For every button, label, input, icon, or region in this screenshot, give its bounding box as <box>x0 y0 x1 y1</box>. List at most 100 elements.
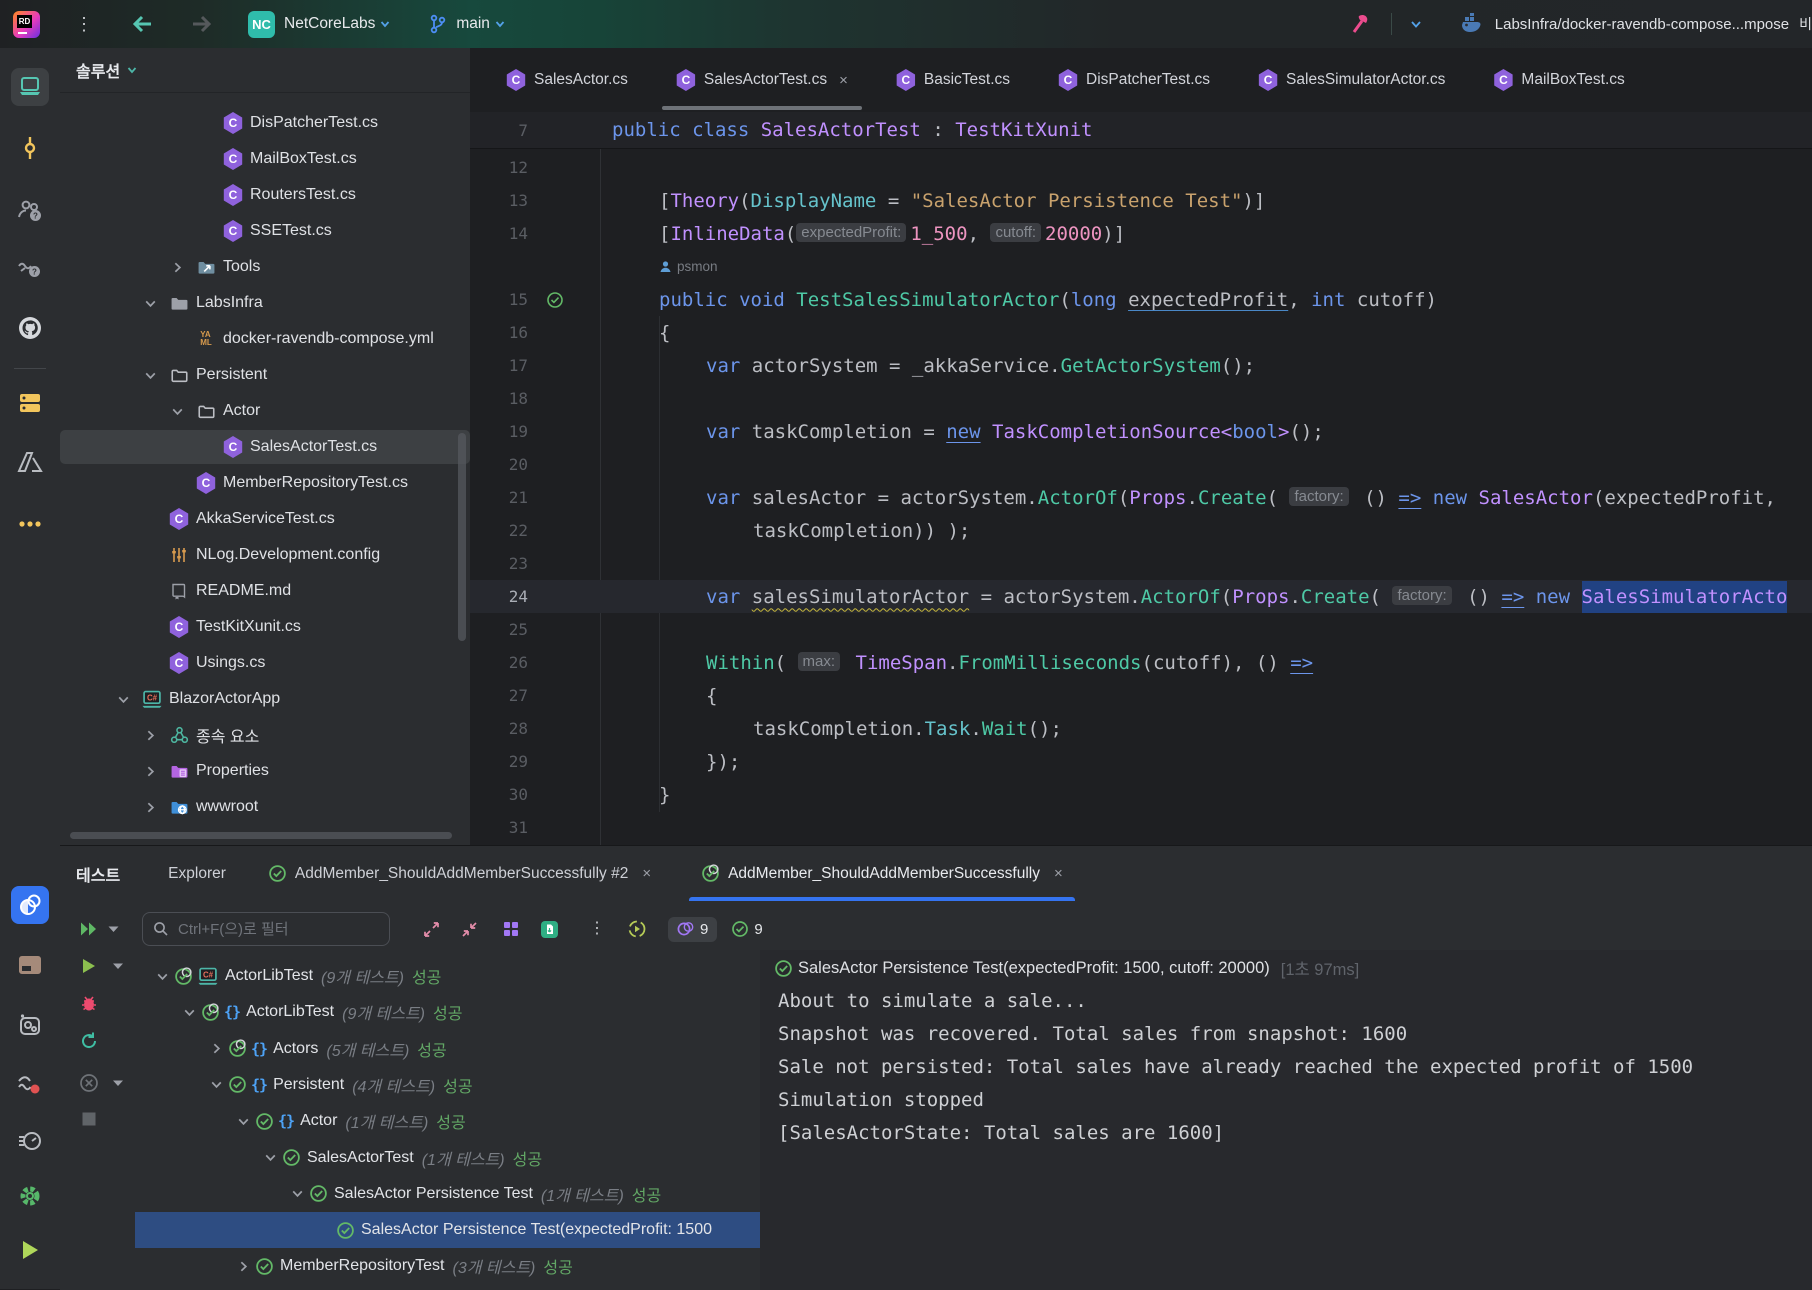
commit-tool-icon[interactable] <box>11 129 49 167</box>
solution-tree-item[interactable]: Actor <box>60 394 470 428</box>
line-number[interactable]: 17 <box>470 356 528 375</box>
code-text[interactable]: { <box>600 685 1812 707</box>
test-tree-row[interactable]: MemberRepositoryTest(3개 테스트)성공 <box>135 1248 760 1284</box>
test-tree-row[interactable]: C#ActorLibTest(9개 테스트)성공 <box>135 958 760 994</box>
editor-tab-salesactortest-cs[interactable]: CSalesActorTest.cs× <box>652 48 872 112</box>
line-number[interactable]: 15 <box>470 290 528 309</box>
code-text[interactable]: }); <box>600 751 1812 773</box>
test-filter-field[interactable] <box>142 912 390 946</box>
solution-tree-item[interactable]: README.md <box>60 574 470 608</box>
close-icon[interactable]: × <box>642 865 651 882</box>
test-tree-row[interactable]: {}ActorLibTest(9개 테스트)성공 <box>135 994 760 1030</box>
run-all-tests-icon[interactable] <box>74 914 104 944</box>
timer-tool-icon[interactable] <box>11 1121 49 1159</box>
solution-tree-item[interactable]: CDisPatcherTest.cs <box>60 106 470 140</box>
back-icon[interactable] <box>128 7 158 41</box>
line-number[interactable]: 22 <box>470 521 528 540</box>
run-config-name[interactable]: LabsInfra/docker-ravendb-compose...mpose <box>1495 16 1789 33</box>
solution-header[interactable]: 솔루션 <box>60 48 470 93</box>
line-number[interactable]: 26 <box>470 653 528 672</box>
line-number[interactable]: 12 <box>470 158 528 177</box>
solution-tree-item[interactable]: CRoutersTest.cs <box>60 178 470 212</box>
contributors-tool-icon[interactable]: ? <box>11 191 49 229</box>
solution-tree-item[interactable]: LabsInfra <box>60 286 470 320</box>
close-icon[interactable]: × <box>839 72 848 89</box>
group-by-icon[interactable] <box>496 914 526 944</box>
code-text[interactable]: var taskCompletion = new TaskCompletionS… <box>600 421 1812 443</box>
test-tree-row[interactable]: {}Persistent(4개 테스트)성공 <box>135 1067 760 1103</box>
solution-tree-item[interactable]: CMemberRepositoryTest.cs <box>60 466 470 500</box>
line-number[interactable]: 13 <box>470 191 528 210</box>
code-text[interactable]: Within( max: TimeSpan.FromMilliseconds(c… <box>600 652 1812 674</box>
chevron-down-icon[interactable] <box>169 403 185 419</box>
repeat-tests-icon[interactable] <box>80 1032 99 1051</box>
close-icon[interactable]: × <box>1054 865 1063 882</box>
code-text[interactable]: [Theory(DisplayName = "SalesActor Persis… <box>600 190 1812 212</box>
code-text[interactable]: var salesSimulatorActor = actorSystem.Ac… <box>600 581 1812 613</box>
export-report-icon[interactable] <box>534 914 564 944</box>
code-text[interactable]: public class SalesActorTest : TestKitXun… <box>600 119 1812 141</box>
test-tree-row[interactable]: {}Actor(1개 테스트)성공 <box>135 1103 760 1139</box>
solution-tree-item[interactable]: NLog.Development.config <box>60 538 470 572</box>
line-number[interactable]: 30 <box>470 785 528 804</box>
rerun-failed-icon[interactable] <box>622 914 652 944</box>
solution-tree-item[interactable]: CUsings.cs <box>60 646 470 680</box>
line-number[interactable]: 25 <box>470 620 528 639</box>
code-text[interactable]: var actorSystem = _akkaService.GetActorS… <box>600 355 1812 377</box>
solution-tree-item[interactable]: wwwroot <box>60 790 470 824</box>
line-number[interactable]: 31 <box>470 818 528 837</box>
run-dropdown-icon[interactable] <box>104 914 122 944</box>
profiler-tool-icon[interactable] <box>11 1006 49 1044</box>
code-text[interactable]: { <box>600 322 1812 344</box>
chevron-right-icon[interactable] <box>209 1041 224 1056</box>
debug-tests-icon[interactable] <box>80 994 98 1012</box>
monitoring-tool-icon[interactable] <box>11 1066 49 1104</box>
stop-dropdown-icon[interactable] <box>113 1079 124 1087</box>
line-number[interactable]: 19 <box>470 422 528 441</box>
solution-tree-item[interactable]: CTestKitXunit.cs <box>60 610 470 644</box>
solution-tree-item[interactable]: Properties <box>60 754 470 788</box>
code-text[interactable]: var salesActor = actorSystem.ActorOf(Pro… <box>600 487 1812 509</box>
editor-tab-mailboxtest-cs[interactable]: CMailBoxTest.cs <box>1469 48 1648 112</box>
run-selected-icon[interactable] <box>81 958 98 975</box>
author-annotation[interactable]: psmon <box>677 259 718 274</box>
solution-tree-item[interactable]: CAkkaServiceTest.cs <box>60 502 470 536</box>
passed-tests-chip[interactable]: 9 <box>731 920 762 938</box>
solution-tree-item[interactable]: 종속 요소 <box>60 718 470 752</box>
line-number[interactable]: 21 <box>470 488 528 507</box>
tab-explorer[interactable]: Explorer <box>156 846 238 901</box>
line-number[interactable]: 28 <box>470 719 528 738</box>
collapse-all-icon[interactable] <box>454 914 484 944</box>
chevron-down-icon[interactable] <box>155 969 170 984</box>
solution-tree-item[interactable]: YAMLdocker-ravendb-compose.yml <box>60 322 470 356</box>
code-text[interactable]: public void TestSalesSimulatorActor(long… <box>600 289 1812 311</box>
rider-logo[interactable]: RD <box>13 11 40 38</box>
test-filter-input[interactable] <box>176 920 370 939</box>
solution-vertical-scrollbar[interactable] <box>458 433 466 641</box>
gutter-check-icon[interactable] <box>546 291 564 309</box>
test-tree-row[interactable]: SalesActorTest(1개 테스트)성공 <box>135 1140 760 1176</box>
solution-tree-item[interactable]: C#BlazorActorApp <box>60 682 470 716</box>
solution-tree-item[interactable]: CSSETest.cs <box>60 214 470 248</box>
line-number[interactable]: 24 <box>470 587 528 606</box>
line-number[interactable]: 18 <box>470 389 528 408</box>
test-result-tab[interactable]: AddMember_ShouldAddMemberSuccessfully #2… <box>256 846 663 901</box>
line-number[interactable]: 23 <box>470 554 528 573</box>
editor-tab-dispatchertest-cs[interactable]: CDisPatcherTest.cs <box>1034 48 1234 112</box>
build-hammer-icon[interactable] <box>1343 7 1375 41</box>
chevron-down-icon[interactable] <box>236 1114 251 1129</box>
code-text[interactable]: taskCompletion.Task.Wait(); <box>600 718 1812 740</box>
database-tool-icon[interactable] <box>11 384 49 422</box>
test-tree-row[interactable]: SalesActor Persistence Test(expectedProf… <box>135 1212 760 1248</box>
kebab-menu-icon[interactable]: ⋮ <box>70 7 98 41</box>
expand-all-icon[interactable] <box>416 914 446 944</box>
run-play-icon[interactable] <box>11 1231 49 1269</box>
code-text[interactable]: taskCompletion)) ); <box>600 520 1812 542</box>
github-icon[interactable] <box>11 309 49 347</box>
line-number[interactable]: 7 <box>470 121 528 140</box>
run-chevron-icon[interactable] <box>1404 7 1428 41</box>
line-number[interactable]: 20 <box>470 455 528 474</box>
chevron-down-icon[interactable] <box>290 1186 305 1201</box>
chevron-right-icon[interactable] <box>142 727 158 743</box>
line-number[interactable]: 27 <box>470 686 528 705</box>
